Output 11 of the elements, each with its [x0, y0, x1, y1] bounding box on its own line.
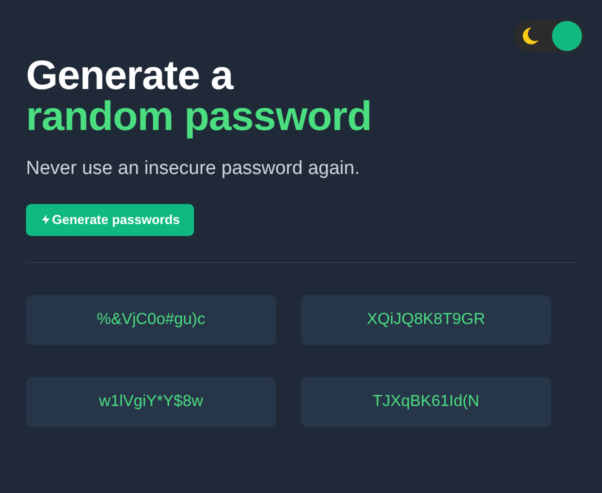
subtitle: Never use an insecure password again. — [26, 157, 360, 181]
password-card[interactable]: XQiJQ8K8T9GR — [301, 294, 551, 344]
password-card[interactable]: TJXqBK61Id(N — [301, 376, 551, 426]
toggle-knob — [552, 21, 582, 51]
moon-icon — [520, 26, 540, 46]
heading: Generate a — [26, 55, 233, 96]
theme-toggle[interactable] — [514, 20, 584, 52]
lightning-icon — [40, 213, 52, 226]
password-card[interactable]: %&VjC0o#gu)c — [26, 294, 276, 344]
password-card[interactable]: w1lVgiY*Y$8w — [26, 376, 276, 426]
heading-highlight: random password — [26, 96, 372, 137]
